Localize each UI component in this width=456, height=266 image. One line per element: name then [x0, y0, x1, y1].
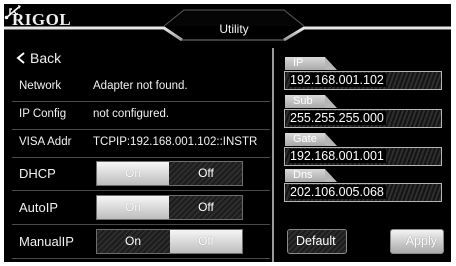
autoip-on-option[interactable]: On	[97, 196, 169, 219]
network-label: Network	[19, 80, 62, 92]
column-separator	[272, 48, 274, 262]
autoip-off-option[interactable]: Off	[170, 196, 242, 219]
visa-addr-label: VISA Addr	[19, 136, 72, 148]
dhcp-off-option[interactable]: Off	[170, 162, 242, 185]
chevron-left-icon	[16, 52, 25, 64]
manualip-on-option[interactable]: On	[97, 230, 169, 253]
network-value: Adapter not found.	[93, 80, 188, 92]
ip-address-field[interactable]: 192.168.001.102	[284, 71, 442, 90]
usb-icon	[4, 5, 21, 20]
ip-address-value: 192.168.001.102	[290, 73, 386, 87]
back-label: Back	[30, 50, 62, 66]
page-title: Utility	[219, 22, 249, 36]
divider	[12, 129, 270, 130]
divider	[12, 157, 270, 158]
manualip-off-option[interactable]: Off	[170, 230, 242, 253]
gateway-field-label: Gate	[285, 133, 337, 146]
dhcp-toggle: On Off	[96, 161, 243, 186]
dns-value: 202.106.005.068	[290, 185, 386, 199]
divider	[12, 101, 270, 102]
gateway-value: 192.168.001.001	[290, 149, 386, 163]
gateway-field[interactable]: 192.168.001.001	[284, 147, 442, 166]
divider	[12, 224, 270, 225]
apply-button[interactable]: Apply	[390, 229, 444, 254]
divider	[12, 258, 270, 259]
autoip-label: AutoIP	[19, 200, 59, 215]
autoip-toggle: On Off	[96, 195, 243, 220]
default-button[interactable]: Default	[287, 229, 347, 254]
header-bar: RIGOL Utility	[4, 4, 451, 44]
utility-screen: RIGOL Utility Back Network Adapter not f…	[4, 4, 451, 262]
manualip-label: ManualIP	[19, 234, 74, 249]
ipconfig-value: not configured.	[93, 108, 170, 120]
subnet-mask-field[interactable]: 255.255.255.000	[284, 109, 442, 128]
visa-addr-value: TCPIP:192.168.001.102::INSTR	[93, 136, 258, 148]
back-button[interactable]: Back	[16, 50, 61, 66]
subnet-field-label: Sub	[285, 95, 337, 108]
ipconfig-row: IP Config not configured.	[4, 105, 270, 127]
network-row: Network Adapter not found.	[4, 77, 270, 99]
ipconfig-label: IP Config	[19, 108, 67, 120]
dns-field-label: Dns	[285, 169, 337, 182]
ip-field-label: IP	[285, 57, 337, 70]
dhcp-label: DHCP	[19, 166, 56, 181]
divider	[12, 190, 270, 191]
visa-addr-row: VISA Addr TCPIP:192.168.001.102::INSTR	[4, 133, 270, 155]
subnet-mask-value: 255.255.255.000	[290, 111, 386, 125]
dhcp-on-option[interactable]: On	[97, 162, 169, 185]
manualip-toggle: On Off	[96, 229, 243, 254]
dns-field[interactable]: 202.106.005.068	[284, 183, 442, 202]
